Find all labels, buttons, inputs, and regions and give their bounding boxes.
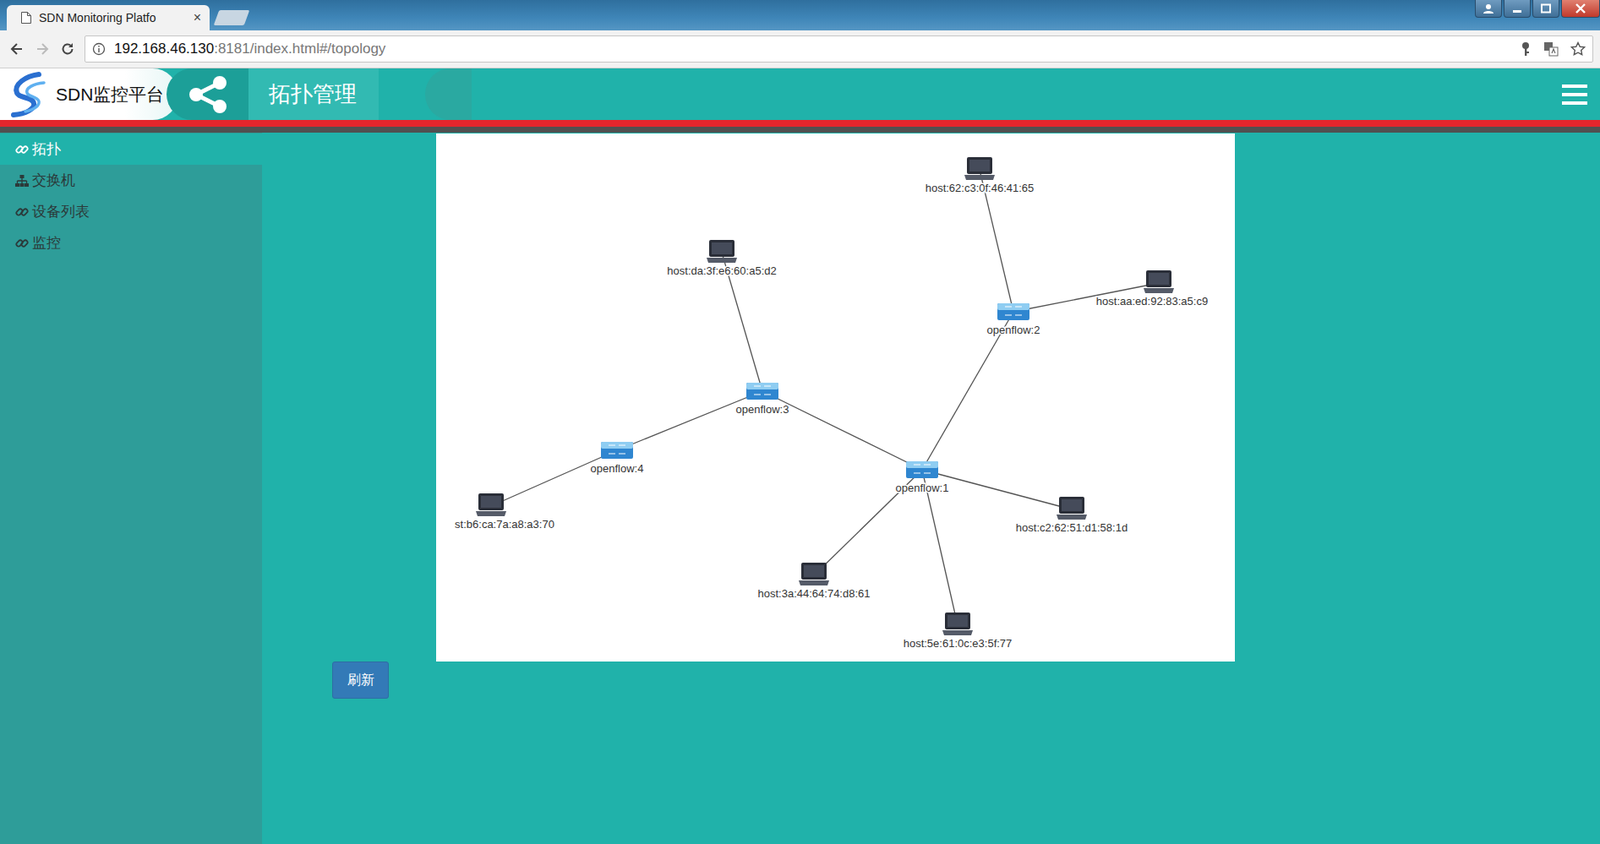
key-icon[interactable] (1519, 41, 1532, 57)
sidebar-item[interactable]: 拓扑 (0, 133, 263, 165)
address-bar[interactable]: 192.168.46.130:8181/index.html#/topology (84, 35, 1594, 63)
host-node[interactable]: host:c2:62:51:d1:58:1d (1015, 496, 1128, 535)
close-window-button[interactable] (1561, 0, 1600, 18)
sitemap-icon (15, 174, 29, 187)
host-node[interactable]: host:aa:ed:92:83:a5:c9 (1096, 270, 1208, 308)
info-icon[interactable] (92, 42, 106, 56)
hamburger-icon (1561, 82, 1589, 107)
host-node[interactable]: host:62:c3:0f:46:41:65 (925, 157, 1035, 195)
switch-node[interactable]: openflow:4 (590, 442, 645, 476)
link-icon (15, 236, 29, 251)
node-label: host:aa:ed:92:83:a5:c9 (1096, 294, 1208, 308)
node-label: openflow:3 (736, 403, 790, 416)
switch-icon (600, 442, 634, 459)
laptop-icon (964, 157, 995, 181)
forward-arrow-icon[interactable] (33, 40, 51, 58)
topology-panel: host:62:c3:0f:46:41:65 openflow:2 host:aa:… (262, 132, 1600, 844)
link-icon (15, 205, 29, 219)
sidebar-item[interactable]: 交换机 (0, 164, 263, 197)
translate-icon[interactable] (1543, 41, 1559, 57)
module-icon-block (166, 68, 249, 121)
star-icon[interactable] (1570, 41, 1586, 57)
laptop-icon (1056, 496, 1087, 520)
sidebar: 拓扑交换机设备列表监控 (0, 132, 263, 844)
topology-graph[interactable]: host:62:c3:0f:46:41:65 openflow:2 host:aa:… (436, 133, 1235, 662)
node-label: host:c2:62:51:d1:58:1d (1015, 521, 1128, 535)
header-grey-line (0, 126, 1600, 133)
browser-window: SDN Monitoring Platfo × 192.168.46.130:818… (0, 0, 1600, 844)
user-icon (1482, 3, 1495, 14)
app-header: SDN监控平台 拓扑管理 (0, 68, 1600, 121)
link-icon (15, 142, 29, 157)
menu-button[interactable] (1549, 68, 1600, 121)
switch-node[interactable]: openflow:1 (895, 461, 950, 495)
node-label: host:62:c3:0f:46:41:65 (925, 181, 1035, 195)
node-label: openflow:1 (895, 481, 950, 495)
switch-icon (906, 461, 939, 479)
switch-icon (997, 303, 1030, 321)
laptop-icon (706, 240, 738, 263)
back-arrow-icon[interactable] (8, 40, 26, 58)
node-label: st:b6:ca:7a:a8:a3:70 (454, 518, 555, 531)
node-label: openflow:4 (590, 462, 645, 476)
browser-toolbar: 192.168.46.130:8181/index.html#/topology (0, 30, 1600, 69)
reload-icon[interactable] (59, 40, 77, 58)
topology-link (491, 450, 618, 507)
sidebar-item[interactable]: 监控 (0, 227, 263, 259)
window-controls (1474, 0, 1600, 18)
switch-node[interactable]: openflow:2 (987, 303, 1041, 337)
brand-name: SDN监控平台 (55, 82, 164, 107)
logo-icon (6, 70, 53, 119)
user-button[interactable] (1474, 0, 1502, 18)
brand[interactable]: SDN监控平台 (0, 68, 179, 121)
page-icon (20, 10, 33, 25)
tab-title: SDN Monitoring Platfo (38, 10, 187, 25)
refresh-button[interactable]: 刷新 (332, 661, 389, 699)
node-label: host:da:3f:e6:60:a5:d2 (666, 264, 776, 278)
topology-link (617, 391, 763, 451)
node-label: openflow:2 (987, 323, 1041, 337)
host-node[interactable]: host:da:3f:e6:60:a5:d2 (666, 240, 776, 278)
tab-close-button[interactable]: × (193, 10, 202, 26)
laptop-icon (942, 612, 973, 636)
host-node[interactable]: host:5e:61:0c:e3:5f:77 (903, 612, 1013, 650)
switch-icon (746, 382, 779, 400)
maximize-button[interactable] (1532, 0, 1560, 18)
share-icon (184, 74, 232, 115)
node-label: host:5e:61:0c:e3:5f:77 (903, 637, 1013, 650)
laptop-icon (1143, 270, 1175, 294)
topology-canvas[interactable]: host:62:c3:0f:46:41:65 openflow:2 host:aa:… (436, 133, 1235, 662)
maximize-icon (1539, 3, 1552, 14)
header-tab-end (425, 68, 472, 121)
switch-node[interactable]: openflow:3 (736, 382, 790, 416)
url-text: 192.168.46.130:8181/index.html#/topology (114, 40, 386, 58)
tab-bar: SDN Monitoring Platfo × (0, 0, 1600, 31)
browser-tab[interactable]: SDN Monitoring Platfo × (6, 5, 210, 31)
host-node[interactable]: host:3a:44:64:74:d8:61 (757, 562, 870, 601)
host-node[interactable]: st:b6:ca:7a:a8:a3:70 (454, 493, 555, 531)
sidebar-item[interactable]: 设备列表 (0, 196, 263, 228)
close-icon (1574, 3, 1587, 14)
new-tab-button[interactable] (213, 10, 251, 26)
laptop-icon (798, 562, 830, 586)
laptop-icon (475, 493, 507, 517)
main-area: 拓扑交换机设备列表监控 host:62:c3:0f:46:41:65 openflo… (0, 132, 1600, 844)
node-label: host:3a:44:64:74:d8:61 (757, 587, 870, 601)
header-red-line (0, 120, 1600, 127)
minimize-button[interactable] (1503, 0, 1531, 18)
module-title: 拓扑管理 (248, 68, 379, 121)
minimize-icon (1511, 3, 1524, 14)
